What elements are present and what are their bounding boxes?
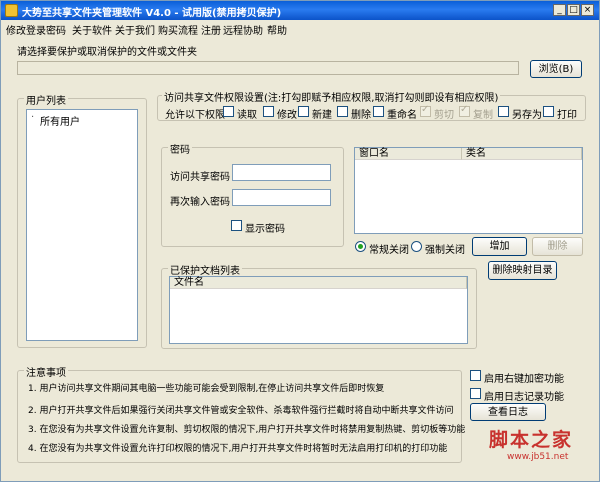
watermark-url: www.jb51.net [507,452,569,462]
access-password-label: 访问共享密码 [170,172,230,183]
app-icon [5,4,18,17]
browse-button[interactable]: 浏览(B) [530,60,582,78]
tree-branch: · [31,112,35,123]
force-close-radio[interactable] [411,241,422,252]
window-title: 大势至共享文件夹管理软件 V4.0 - 试用版(禁用拷贝保护) [22,8,282,19]
app-window: 大势至共享文件夹管理软件 V4.0 - 试用版(禁用拷贝保护) _ □ × 修改… [0,0,600,482]
maximize-button[interactable]: □ [567,4,580,16]
menu-help[interactable]: 帮助 [267,22,287,37]
perm-create-label: 新建 [312,110,332,121]
note-line-4: 4. 在您没有为共享文件设置允许打印权限的情况下,用户打开共享文件时将暂时无法启… [28,444,448,454]
normal-close-radio[interactable] [355,241,366,252]
column-class-name[interactable]: 类名 [462,148,582,160]
remove-mapping-button[interactable]: 删除映射目录 [488,261,557,280]
path-field [17,61,519,75]
protected-docs-list[interactable]: 文件名 [169,276,468,344]
right-click-encrypt-checkbox[interactable] [470,370,481,381]
add-button[interactable]: 增加 [472,237,527,256]
confirm-password-label: 再次输入密码 [170,197,230,208]
perm-copy-checkbox [459,104,470,117]
title-bar[interactable]: 大势至共享文件夹管理软件 V4.0 - 试用版(禁用拷贝保护) _ □ × [1,1,599,20]
perm-delete-label: 删除 [351,110,371,121]
menu-register[interactable]: 注册 [201,22,221,37]
note-line-3: 3. 在您没有为共享文件设置允许复制、剪切权限的情况下,用户打开共享文件时将禁用… [28,425,466,435]
minimize-button[interactable]: _ [553,4,566,16]
notes-title: 注意事项 [24,364,68,379]
menu-purchase[interactable]: 购买流程 [158,22,198,37]
confirm-password-input[interactable] [232,189,331,206]
protected-docs-title: 已保护文档列表 [168,262,242,277]
watermark-logo: 脚本之家 [489,429,574,451]
right-click-encrypt-label: 启用右键加密功能 [484,374,564,385]
perm-create-checkbox[interactable] [298,106,309,117]
menu-about-software[interactable]: 关于软件 [72,22,112,37]
menu-about-us[interactable]: 关于我们 [115,22,155,37]
perm-cut-checkbox [420,104,431,117]
show-password-checkbox[interactable] [231,220,242,231]
perm-modify-checkbox[interactable] [263,106,274,117]
perm-save-as-checkbox[interactable] [498,106,509,117]
permissions-title: 访问共享文件权限设置(注:打勾即赋予相应权限,取消打勾则即设有相应权限) [162,89,501,104]
view-log-button[interactable]: 查看日志 [470,403,546,421]
note-line-1: 1. 用户访问共享文件期间其电脑一些功能可能会受到限制,在停止访问共享文件后即时… [28,384,385,394]
perm-modify-label: 修改 [277,110,297,121]
password-title: 密码 [168,141,192,156]
perm-delete-checkbox[interactable] [337,106,348,117]
perm-read-label: 读取 [237,110,257,121]
path-prompt: 请选择要保护或取消保护的文件或文件夹 [17,47,197,58]
column-window-name[interactable]: 窗口名 [355,148,462,160]
note-line-2: 2. 用户打开共享文件后如果强行关闭共享文件管或安全软件、杀毒软件强行拦截时将自… [28,406,454,416]
perm-rename-label: 重命名 [387,110,417,121]
window-list[interactable]: 窗口名 类名 [354,147,583,234]
user-list-title: 用户列表 [24,92,68,107]
force-close-label: 强制关闭 [425,245,465,256]
menu-remote-assist[interactable]: 远程协助 [223,22,263,37]
perm-copy-label: 复制 [473,110,493,121]
menu-bar: 修改登录密码 关于软件 关于我们 购买流程 注册 远程协助 帮助 [1,20,599,37]
perm-print-checkbox[interactable] [543,106,554,117]
enable-log-checkbox[interactable] [470,388,481,399]
delete-button: 删除 [532,237,583,256]
perm-rename-checkbox[interactable] [373,106,384,117]
user-tree[interactable]: · 所有用户 [26,109,138,341]
perm-print-label: 打印 [557,110,577,121]
column-file-name[interactable]: 文件名 [170,277,467,289]
tree-item-all-users[interactable]: 所有用户 [40,113,80,128]
allow-label: 允许以下权限 [165,110,225,121]
show-password-label: 显示密码 [245,224,285,235]
perm-save-as-label: 另存为 [512,110,542,121]
menu-change-login-password[interactable]: 修改登录密码 [6,22,66,37]
access-password-input[interactable] [232,164,331,181]
perm-cut-label: 剪切 [434,110,454,121]
enable-log-label: 启用日志记录功能 [484,392,564,403]
close-button[interactable]: × [581,4,594,16]
normal-close-label: 常规关闭 [369,245,409,256]
perm-read-checkbox[interactable] [223,106,234,117]
